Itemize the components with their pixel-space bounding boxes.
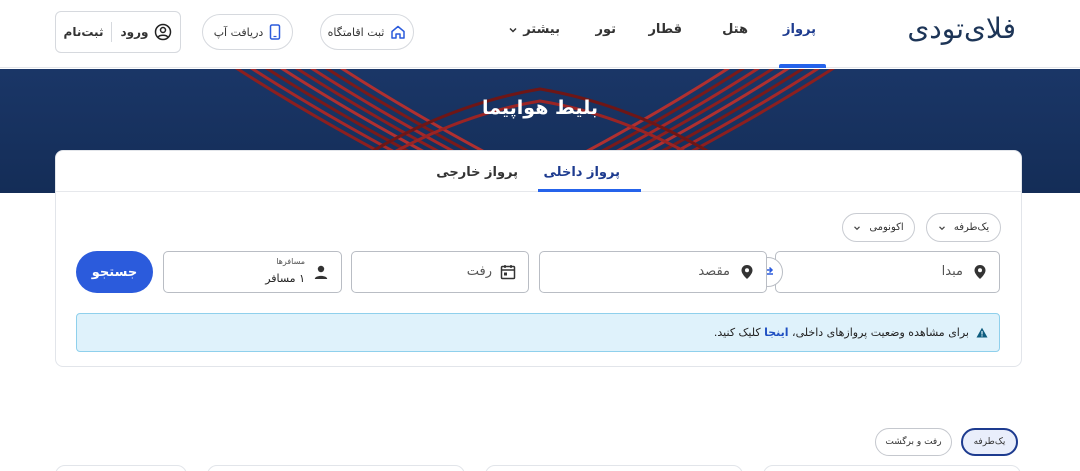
- person-icon: [314, 265, 328, 279]
- filter-one-way[interactable]: یک‌طرفه: [961, 428, 1018, 456]
- brand-logo[interactable]: فلای‌تودی: [907, 12, 1017, 45]
- user-circle-icon: [155, 23, 172, 41]
- search-card: پرواز داخلی پرواز خارجی یک‌طرفه اکونومی …: [55, 150, 1022, 367]
- login-link[interactable]: ورود: [120, 25, 148, 39]
- home-icon: [391, 25, 406, 39]
- nav-hotel[interactable]: هتل: [722, 22, 748, 37]
- get-app-button[interactable]: دریافت آپ: [202, 14, 293, 50]
- route-card-stub[interactable]: [763, 465, 1021, 471]
- nav-flight[interactable]: پرواز: [783, 22, 816, 37]
- departure-placeholder: رفت: [466, 264, 492, 279]
- nav-tour[interactable]: تور: [595, 22, 616, 37]
- route-card-stub[interactable]: [485, 465, 743, 471]
- chevron-down-icon: [938, 225, 945, 230]
- flight-status-notice: برای مشاهده وضعیت پروازهای داخلی، اینجا …: [76, 313, 1000, 352]
- cabin-class-value: اکونومی: [869, 222, 904, 233]
- filter-round-trip[interactable]: رفت و برگشت: [875, 428, 952, 456]
- search-button[interactable]: جستجو: [76, 251, 153, 293]
- warning-triangle-icon: [976, 327, 988, 338]
- page-title: بلیط هواپیما: [482, 97, 598, 119]
- location-pin-icon: [974, 265, 986, 279]
- notice-text-before: برای مشاهده وضعیت پروازهای داخلی،: [788, 326, 969, 339]
- auth-box: ورود ثبت‌نام: [55, 11, 181, 53]
- search-tabs: پرواز داخلی پرواز خارجی: [56, 151, 1021, 192]
- smartphone-icon: [270, 24, 281, 40]
- cabin-class-select[interactable]: اکونومی: [842, 213, 915, 242]
- departure-date-field[interactable]: رفت: [351, 251, 529, 293]
- calendar-icon: [500, 265, 516, 280]
- register-accommodation-button[interactable]: ثبت اقامتگاه: [320, 14, 414, 50]
- nav-train[interactable]: قطار: [648, 22, 682, 37]
- tab-international-flight[interactable]: پرواز خارجی: [436, 165, 518, 180]
- passengers-field[interactable]: مسافرها ۱ مسافر: [163, 251, 342, 293]
- signup-link[interactable]: ثبت‌نام: [64, 25, 104, 39]
- nav-more-label: بیشتر: [523, 22, 560, 37]
- destination-field[interactable]: مقصد: [539, 251, 767, 293]
- trip-type-value: یک‌طرفه: [953, 222, 990, 233]
- register-accommodation-label: ثبت اقامتگاه: [327, 25, 385, 39]
- tab-domestic-flight[interactable]: پرواز داخلی: [544, 165, 620, 180]
- tab-active-underline: [538, 189, 641, 192]
- location-pin-icon: [741, 265, 753, 279]
- chevron-down-icon: [509, 27, 517, 33]
- route-card-stub[interactable]: [207, 465, 465, 471]
- origin-field[interactable]: مبدا: [775, 251, 1000, 293]
- passengers-value: ۱ مسافر: [265, 272, 305, 285]
- notice-link[interactable]: اینجا: [764, 326, 788, 339]
- trip-type-select[interactable]: یک‌طرفه: [926, 213, 1001, 242]
- top-header: فلای‌تودی پرواز هتل قطار تور بیشتر ثبت ا…: [0, 0, 1080, 68]
- nav-active-underline: [779, 64, 826, 68]
- destination-placeholder: مقصد: [698, 264, 730, 279]
- nav-more[interactable]: بیشتر: [508, 22, 560, 37]
- passengers-label: مسافرها: [276, 257, 305, 266]
- route-card-stub[interactable]: [55, 465, 187, 471]
- notice-text-after: کلیک کنید.: [713, 326, 765, 339]
- origin-placeholder: مبدا: [941, 264, 963, 279]
- auth-divider: [111, 22, 113, 42]
- notice-text: برای مشاهده وضعیت پروازهای داخلی، اینجا …: [714, 326, 969, 339]
- get-app-label: دریافت آپ: [213, 25, 264, 39]
- chevron-down-icon: [854, 225, 861, 230]
